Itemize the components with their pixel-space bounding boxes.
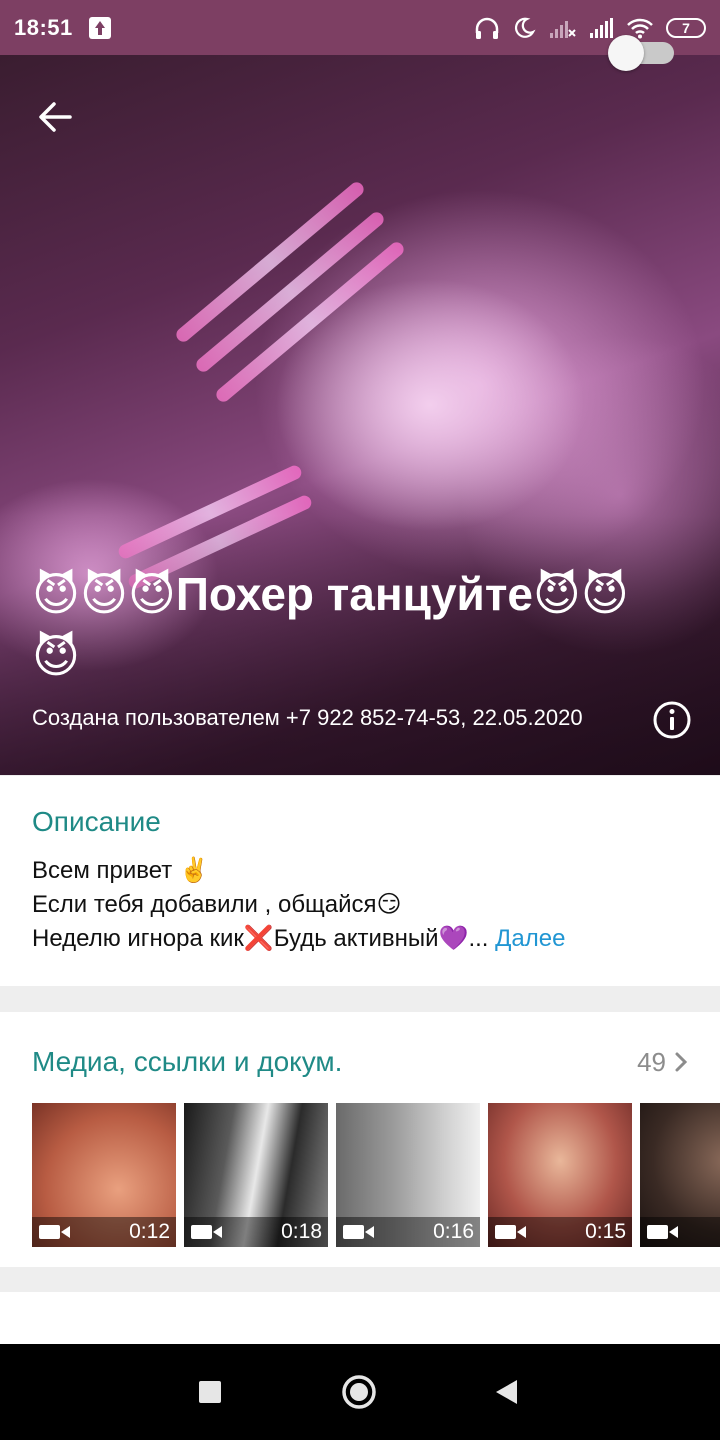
recent-apps-button[interactable]	[190, 1372, 230, 1412]
description-line-text: Неделю игнора кик❌Будь активный💜...	[32, 925, 489, 952]
video-camera-icon	[495, 1225, 526, 1239]
battery-icon: 7	[666, 17, 706, 38]
media-thumbnails: 0:12 0:18 0:16 0:15	[32, 1103, 720, 1247]
media-thumbnail[interactable]: 0:16	[336, 1103, 480, 1247]
video-duration: 0:18	[281, 1220, 322, 1243]
video-info-bar	[640, 1217, 720, 1247]
back-button[interactable]	[488, 1372, 528, 1412]
media-section[interactable]: Медиа, ссылки и докум. 49 0:12 0:18 0:16	[0, 1012, 720, 1267]
media-count-value: 49	[637, 1046, 666, 1077]
media-thumbnail[interactable]: 0:18	[184, 1103, 328, 1247]
home-button[interactable]	[339, 1372, 379, 1412]
chevron-right-icon	[675, 1052, 688, 1072]
headphones-icon	[475, 17, 499, 39]
video-camera-icon	[647, 1225, 678, 1239]
video-camera-icon	[343, 1225, 374, 1239]
description-section: Описание Всем привет ✌️ Если тебя добави…	[0, 776, 720, 986]
read-more-link[interactable]: Далее	[495, 925, 565, 952]
signal-icon	[590, 17, 613, 38]
chat-created-info: Создана пользователем +7 922 852-74-53, …	[32, 705, 583, 730]
signal-no-service-icon	[550, 20, 576, 38]
video-info-bar: 0:18	[184, 1217, 328, 1247]
media-count: 49	[637, 1047, 688, 1078]
info-icon[interactable]	[652, 700, 692, 740]
video-camera-icon	[39, 1225, 70, 1239]
media-thumbnail[interactable]: 0:15	[488, 1103, 632, 1247]
media-header[interactable]: Медиа, ссылки и докум. 49	[32, 1012, 688, 1108]
media-thumbnail[interactable]	[640, 1103, 720, 1247]
status-time: 18:51	[14, 14, 73, 40]
notifications-toggle-knob[interactable]	[608, 35, 644, 71]
moon-icon	[515, 17, 536, 38]
arrow-left-icon[interactable]	[32, 93, 80, 141]
notifications-section	[0, 1292, 720, 1352]
description-line: Неделю игнора кик❌Будь активный💜... Дале…	[32, 922, 688, 956]
media-title: Медиа, ссылки и докум.	[32, 1046, 343, 1077]
description-line: Всем привет ✌️	[32, 857, 209, 884]
video-duration: 0:12	[129, 1220, 170, 1243]
chat-header-photo: 😈😈😈Похер танцуйте😈😈😈 Создана пользовател…	[0, 55, 720, 775]
video-info-bar: 0:16	[336, 1217, 480, 1247]
chat-title: 😈😈😈Похер танцуйте😈😈😈	[32, 568, 629, 682]
upload-notification-icon	[88, 16, 111, 39]
video-info-bar: 0:12	[32, 1217, 176, 1247]
media-thumbnail[interactable]: 0:12	[32, 1103, 176, 1247]
description-line: Если тебя добавили , общайся😏	[32, 891, 402, 918]
description-text: Всем привет ✌️ Если тебя добавили , обща…	[32, 854, 688, 956]
description-title: Описание	[32, 806, 161, 837]
system-navigation-bar	[0, 1344, 720, 1440]
video-duration: 0:15	[585, 1220, 626, 1243]
photo-decor	[173, 179, 367, 345]
video-camera-icon	[191, 1225, 222, 1239]
video-duration: 0:16	[433, 1220, 474, 1243]
video-info-bar: 0:15	[488, 1217, 632, 1247]
